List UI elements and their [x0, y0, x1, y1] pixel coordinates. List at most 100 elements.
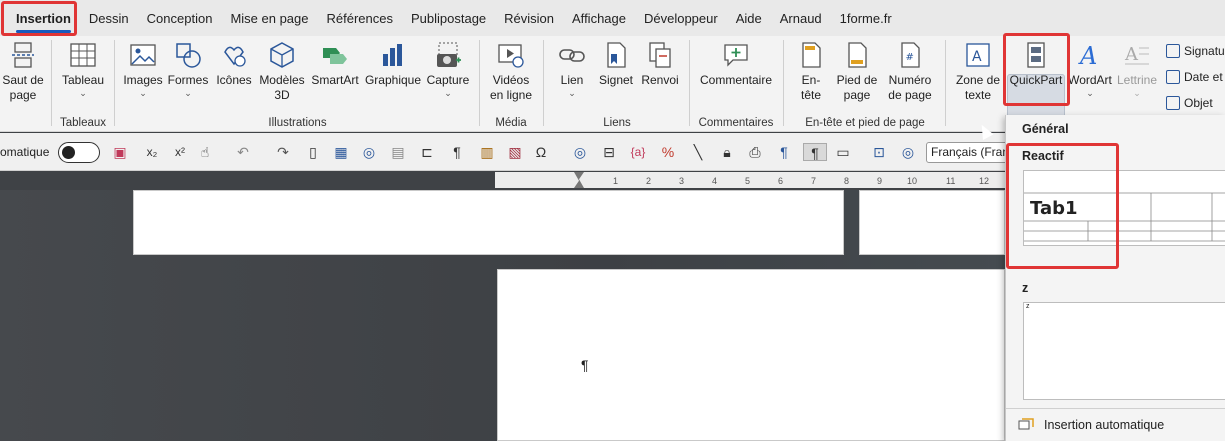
separator	[114, 40, 115, 126]
lock-icon[interactable]: 🔒︎	[718, 143, 736, 161]
tab-1forme[interactable]: 1forme.fr	[831, 0, 901, 36]
document-page[interactable]	[497, 269, 1005, 441]
icons-icon	[224, 46, 246, 67]
autosave-toggle[interactable]	[58, 142, 100, 163]
capture-button[interactable]: Capture ⌄	[425, 40, 471, 98]
target-icon[interactable]: ◎	[899, 143, 917, 161]
open-folder-icon[interactable]: ⊏	[418, 143, 436, 161]
wordart-button[interactable]: A WordArt ⌄	[1067, 40, 1113, 98]
undo-icon[interactable]: ↶	[234, 143, 252, 161]
ltr-paragraph-icon[interactable]: ¶	[775, 143, 793, 161]
symbol-icon[interactable]: Ω	[532, 143, 550, 161]
signature-line-button[interactable]: Signatu	[1166, 44, 1225, 58]
autosave-label: omatique	[0, 145, 50, 159]
icons-button[interactable]: Icônes	[213, 40, 255, 88]
ruler-tick: 5	[745, 176, 751, 186]
protect-icon[interactable]: ⎙	[746, 143, 764, 161]
textbox-button[interactable]: A Zone de texte	[953, 40, 1003, 103]
bar-chart-icon	[383, 44, 402, 66]
link-button[interactable]: Lien ⌄	[552, 40, 592, 98]
bookmark-icon	[607, 42, 626, 68]
save-icon[interactable]: ▣	[111, 143, 129, 161]
tab-insertion[interactable]: Insertion	[7, 0, 80, 36]
highlight-icon[interactable]: %	[659, 143, 677, 161]
bookmark-button[interactable]: Signet	[596, 40, 636, 88]
chart-button[interactable]: Graphique	[364, 40, 422, 88]
indent-marker[interactable]	[574, 172, 584, 188]
redo-icon[interactable]: ↷	[274, 143, 292, 161]
camera-icon	[437, 42, 461, 67]
field-code-icon[interactable]: {a}	[629, 143, 647, 161]
fit-icon[interactable]: ⊡	[870, 143, 888, 161]
table-icon	[70, 43, 96, 67]
online-videos-button[interactable]: Vidéos en ligne	[487, 40, 535, 103]
separator	[689, 40, 690, 126]
new-document-icon[interactable]: ▯	[304, 143, 322, 161]
footer-button[interactable]: Pied de page	[833, 40, 881, 103]
field-icon[interactable]: ⊟	[600, 143, 618, 161]
shape-circle-icon[interactable]: ◎	[571, 143, 589, 161]
autotext-icon	[1018, 418, 1034, 430]
circle-icon[interactable]: ◎	[360, 143, 378, 161]
page-break-button[interactable]: Saut de page	[2, 40, 44, 103]
document-check-icon[interactable]: ▧	[506, 143, 524, 161]
group-label-tables: Tableaux	[59, 117, 107, 129]
crossref-button[interactable]: Renvoi	[640, 40, 680, 88]
paragraph-mark: ¶	[581, 357, 589, 373]
subscript-icon[interactable]: x₂	[143, 143, 161, 161]
page-view-icon[interactable]: ▭	[834, 143, 852, 161]
shapes-button[interactable]: Formes ⌄	[167, 40, 209, 98]
superscript-icon[interactable]: x²	[171, 143, 189, 161]
tab-affichage[interactable]: Affichage	[563, 0, 635, 36]
tab-aide[interactable]: Aide	[727, 0, 771, 36]
tab-arnaud[interactable]: Arnaud	[771, 0, 831, 36]
quickpart-button[interactable]: QuickPart	[1007, 40, 1065, 88]
group-label-illustrations: Illustrations	[268, 117, 327, 129]
tab-developpeur[interactable]: Développeur	[635, 0, 727, 36]
touch-mode-icon[interactable]: ☝	[196, 143, 214, 161]
images-button[interactable]: Images ⌄	[122, 40, 164, 98]
page-top-right	[859, 190, 1005, 255]
rtl-paragraph-icon[interactable]: ¶	[803, 143, 827, 161]
object-button[interactable]: Objet	[1166, 96, 1213, 110]
paste-icon[interactable]: ▥	[478, 143, 496, 161]
tab-references[interactable]: Références	[318, 0, 402, 36]
tab-mise-en-page[interactable]: Mise en page	[221, 0, 317, 36]
insert-table-icon[interactable]: ▦	[332, 143, 350, 161]
footer-icon	[848, 42, 867, 68]
link-icon	[559, 49, 585, 62]
page-number-button[interactable]: # Numéro de page	[884, 40, 936, 103]
models3d-button[interactable]: Modèles 3D	[258, 40, 306, 103]
quickpart-z-preview[interactable]: z	[1023, 302, 1225, 400]
ruler-tick: 1	[613, 176, 619, 186]
chevron-down-icon: ⌄	[139, 88, 147, 98]
show-formatting-icon[interactable]: ¶	[448, 143, 466, 161]
clipboard-icon[interactable]: ▤	[389, 143, 407, 161]
dropcap-button[interactable]: A Lettrine ⌄	[1114, 40, 1160, 98]
comment-icon	[724, 44, 748, 67]
chevron-down-icon: ⌄	[444, 88, 452, 98]
chevron-down-icon: ⌄	[1133, 88, 1141, 98]
language-select[interactable]: Français (Franc	[926, 142, 1016, 163]
line-icon[interactable]: ╲	[689, 143, 707, 161]
autotext-menu-item[interactable]: Insertion automatique	[1018, 418, 1164, 432]
smartart-button[interactable]: SmartArt	[309, 40, 361, 88]
quickpart-icon	[1027, 42, 1045, 68]
tab-publipostage[interactable]: Publipostage	[402, 0, 495, 36]
table-button[interactable]: Tableau ⌄	[60, 40, 106, 98]
quickpart-dropdown: Général Reactif Tab1 z z Insertion autom…	[1005, 115, 1225, 441]
quickpart-reactif-preview[interactable]: Tab1	[1023, 170, 1225, 246]
menu-bar: Insertion Dessin Conception Mise en page…	[0, 0, 1225, 36]
toggle-knob	[62, 145, 75, 159]
comment-button[interactable]: Commentaire	[697, 40, 775, 88]
chevron-down-icon: ⌄	[184, 88, 192, 98]
ruler-tick: 6	[778, 176, 784, 186]
datetime-button[interactable]: Date et	[1166, 70, 1223, 84]
separator	[543, 40, 544, 126]
ruler-tick: 2	[646, 176, 652, 186]
page-top-left	[133, 190, 844, 255]
tab-dessin[interactable]: Dessin	[80, 0, 138, 36]
tab-revision[interactable]: Révision	[495, 0, 563, 36]
header-button[interactable]: En- tête	[792, 40, 830, 103]
tab-conception[interactable]: Conception	[138, 0, 222, 36]
